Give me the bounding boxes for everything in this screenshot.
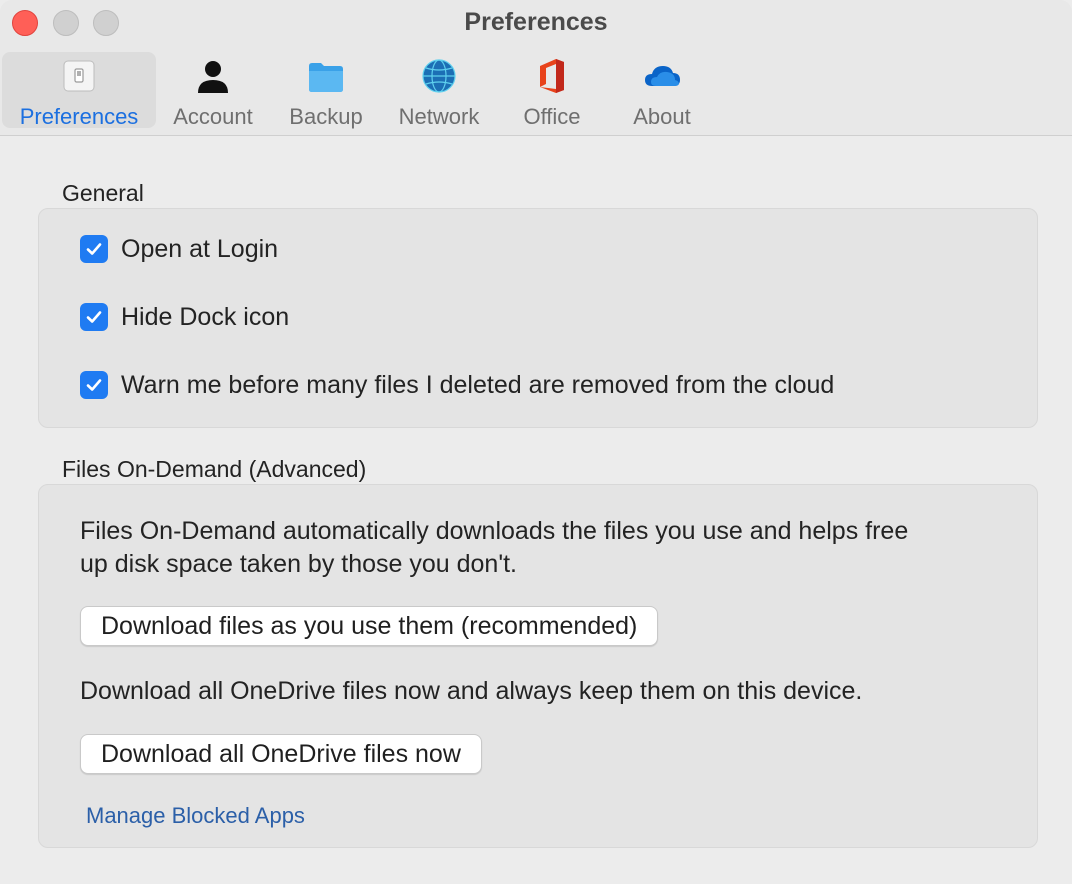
tab-label: Preferences — [19, 104, 139, 129]
open-at-login-option[interactable]: Open at Login — [80, 234, 278, 264]
warn-before-delete-option[interactable]: Warn me before many files I deleted are … — [80, 370, 834, 400]
switch-icon — [59, 56, 99, 96]
tab-label: Office — [523, 104, 581, 129]
tab-account[interactable]: Account — [165, 52, 261, 129]
hide-dock-icon-option[interactable]: Hide Dock icon — [80, 302, 289, 332]
warn-before-delete-checkbox[interactable] — [80, 371, 108, 399]
download-all-description: Download all OneDrive files now and alwa… — [80, 677, 863, 705]
description-line: Files On-Demand automatically downloads … — [80, 517, 909, 545]
checkmark-icon — [86, 243, 102, 255]
office-icon — [532, 56, 572, 96]
files-on-demand-heading: Files On-Demand (Advanced) — [62, 456, 367, 482]
open-at-login-label: Open at Login — [121, 234, 279, 263]
tab-label: Network — [398, 104, 480, 129]
general-heading: General — [62, 180, 144, 206]
globe-icon — [419, 56, 459, 96]
titlebar-toolbar: Preferences Preferences Account Backup N… — [0, 0, 1072, 136]
tab-preferences[interactable]: Preferences — [2, 52, 156, 129]
files-on-demand-description: Files On-Demand automatically downloads … — [80, 515, 908, 581]
tab-label: Account — [173, 104, 253, 129]
cloud-icon — [642, 56, 682, 96]
warn-before-delete-label: Warn me before many files I deleted are … — [121, 370, 835, 399]
download-as-used-button[interactable]: Download files as you use them (recommen… — [80, 606, 659, 646]
tab-backup[interactable]: Backup — [280, 52, 372, 129]
tab-about[interactable]: About — [620, 52, 704, 129]
description-line: up disk space taken by those you don't. — [80, 550, 517, 578]
hide-dock-icon-checkbox[interactable] — [80, 303, 108, 331]
folder-icon — [306, 56, 346, 96]
open-at-login-checkbox[interactable] — [80, 235, 108, 263]
tab-network[interactable]: Network — [390, 52, 488, 129]
tab-office[interactable]: Office — [508, 52, 596, 129]
hide-dock-icon-label: Hide Dock icon — [121, 302, 290, 331]
files-on-demand-panel: Files On-Demand automatically downloads … — [38, 484, 1038, 848]
checkmark-icon — [86, 311, 102, 323]
tab-label: About — [633, 104, 691, 129]
general-panel: Open at Login Hide Dock icon Warn me bef… — [38, 208, 1038, 428]
checkmark-icon — [86, 379, 102, 391]
download-all-button[interactable]: Download all OneDrive files now — [80, 734, 482, 774]
manage-blocked-apps-link[interactable]: Manage Blocked Apps — [86, 803, 305, 829]
preferences-window: Preferences Preferences Account Backup N… — [0, 0, 1072, 884]
person-icon — [193, 56, 233, 96]
tab-label: Backup — [289, 104, 363, 129]
window-title: Preferences — [464, 8, 608, 36]
